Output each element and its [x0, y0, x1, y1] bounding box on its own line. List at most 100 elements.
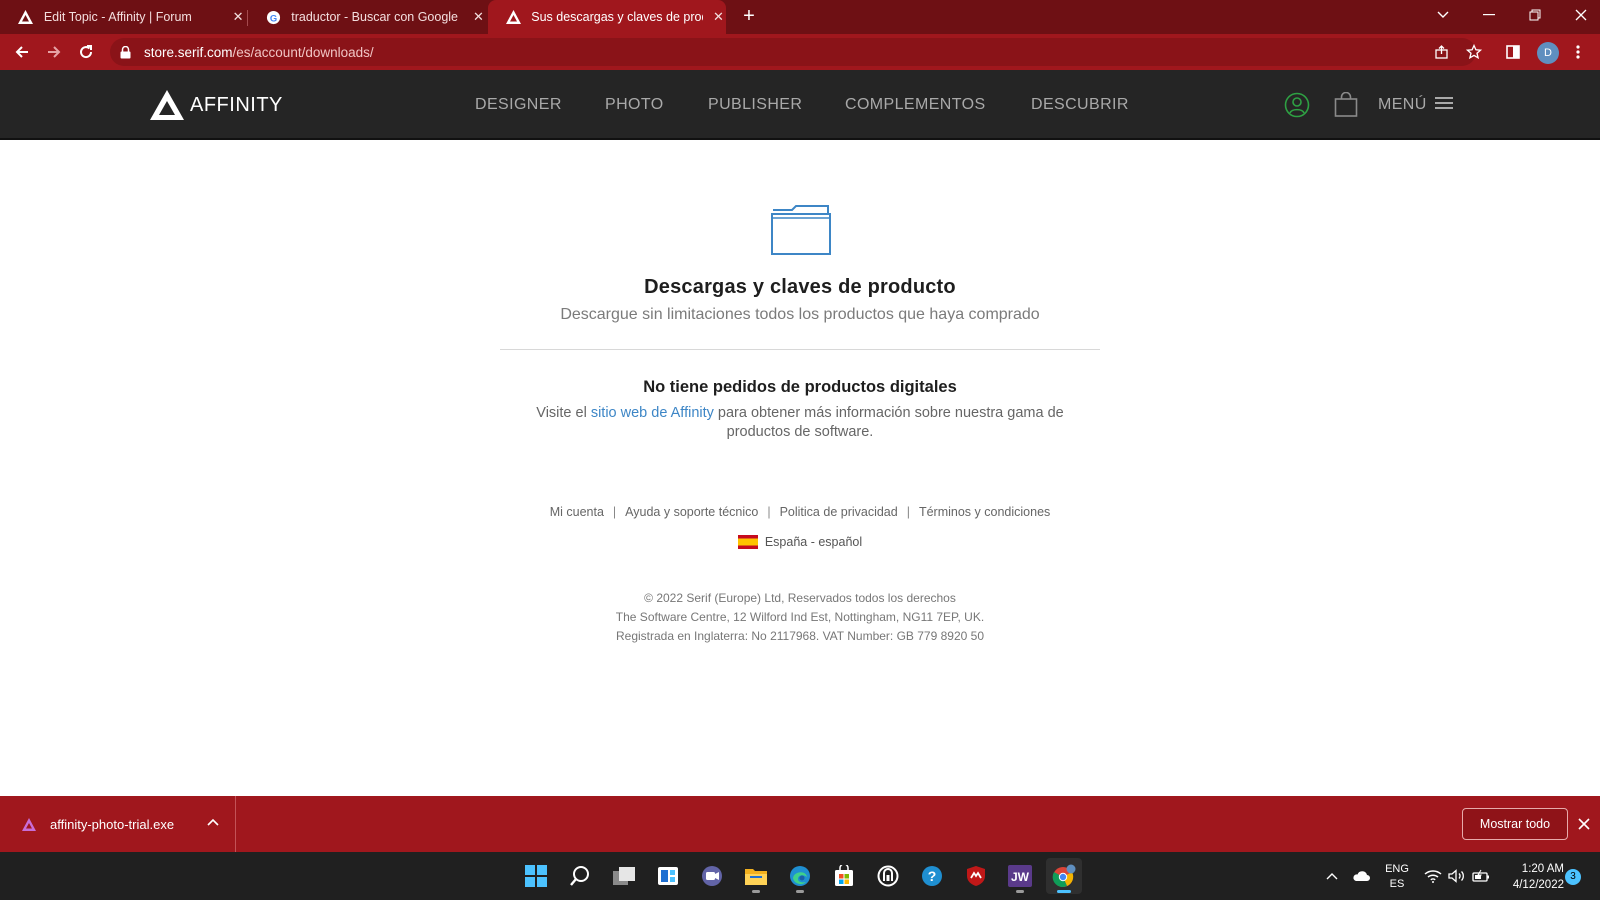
- logo-text: AFFINITY: [190, 93, 283, 116]
- footer-links: Mi cuenta | Ayuda y soporte técnico | Politi…: [0, 505, 1600, 519]
- shopping-bag-icon[interactable]: [1333, 92, 1359, 118]
- edge-browser-icon[interactable]: [782, 858, 818, 894]
- battery-plug-icon[interactable]: [1472, 852, 1490, 900]
- account-user-icon[interactable]: [1284, 92, 1310, 118]
- nav-descubrir[interactable]: DESCUBRIR: [1031, 96, 1129, 114]
- footer-link-terminos[interactable]: Términos y condiciones: [919, 505, 1050, 519]
- task-view-icon[interactable]: [606, 858, 642, 894]
- nav-photo[interactable]: PHOTO: [605, 96, 664, 114]
- svg-text:?: ?: [928, 868, 937, 884]
- address-bar[interactable]: store.serif.com/es/account/downloads/: [110, 38, 1476, 66]
- menu-button[interactable]: MENÚ: [1378, 92, 1453, 118]
- sync-app-icon[interactable]: [870, 858, 906, 894]
- teams-chat-icon[interactable]: [694, 858, 730, 894]
- page-title: Descargas y claves de producto: [644, 276, 956, 298]
- search-icon[interactable]: [562, 858, 598, 894]
- back-arrow-icon[interactable]: [10, 40, 34, 64]
- jw-library-icon[interactable]: JW: [1002, 858, 1038, 894]
- tray-chevron-up-icon[interactable]: [1326, 852, 1338, 900]
- affinity-photo-file-icon: [22, 817, 38, 831]
- show-all-button[interactable]: Mostrar todo: [1462, 808, 1568, 840]
- download-item[interactable]: affinity-photo-trial.exe: [0, 796, 236, 852]
- footer-link-mi-cuenta[interactable]: Mi cuenta: [550, 505, 604, 519]
- browser-toolbar: store.serif.com/es/account/downloads/: [0, 34, 1600, 70]
- onedrive-cloud-icon[interactable]: [1352, 852, 1370, 900]
- tab-strip: Edit Topic - Affinity | Forum ✕ G traduc…: [0, 0, 1600, 34]
- hamburger-icon: [1434, 96, 1453, 115]
- running-indicator: [796, 890, 804, 893]
- download-shelf: affinity-photo-trial.exe Mostrar todo: [0, 796, 1600, 852]
- clock-time: 1:20 AM: [1521, 863, 1564, 875]
- footer-separator: |: [612, 505, 617, 519]
- footer-link-privacidad[interactable]: Politica de privacidad: [780, 505, 898, 519]
- volume-speaker-icon[interactable]: [1448, 852, 1466, 900]
- new-tab-plus-icon[interactable]: +: [737, 5, 761, 29]
- profile-avatar[interactable]: D: [1537, 42, 1559, 64]
- reload-icon[interactable]: [74, 40, 98, 64]
- empty-state-text: Visite el sitio web de Affinity para obt…: [536, 405, 1064, 440]
- legal-line: Registrada en Inglaterra: No 2117968. VA…: [615, 629, 984, 643]
- tab-affinity-forum[interactable]: Edit Topic - Affinity | Forum ✕: [0, 0, 246, 34]
- keyboard-layout-code: ES: [1389, 878, 1405, 890]
- nav-designer[interactable]: DESIGNER: [475, 96, 562, 114]
- chevron-up-icon[interactable]: [206, 816, 220, 830]
- language-code: ENG: [1385, 863, 1409, 875]
- tab-close-icon[interactable]: ✕: [711, 9, 726, 25]
- notification-count-badge[interactable]: 3: [1565, 869, 1581, 885]
- tab-title: Edit Topic - Affinity | Forum: [43, 10, 192, 24]
- bookmark-star-icon[interactable]: [1464, 42, 1484, 62]
- locale-label: España - español: [764, 535, 863, 549]
- footer-separator: |: [767, 505, 771, 519]
- affinity-logo[interactable]: AFFINITY: [150, 88, 283, 122]
- svg-text:JW: JW: [1011, 870, 1030, 884]
- file-explorer-icon[interactable]: [738, 858, 774, 894]
- widgets-icon[interactable]: [650, 858, 686, 894]
- download-filename: affinity-photo-trial.exe: [50, 816, 175, 832]
- footer-separator: |: [906, 505, 910, 519]
- running-indicator: [1016, 890, 1024, 893]
- affinity-logo-icon: [150, 90, 184, 120]
- tab-close-icon[interactable]: ✕: [230, 9, 246, 25]
- legal-line: The Software Centre, 12 Wilford Ind Est,…: [615, 610, 985, 624]
- wifi-icon[interactable]: [1424, 852, 1442, 900]
- url-text: store.serif.com/es/account/downloads/: [144, 44, 374, 60]
- tab-close-icon[interactable]: ✕: [471, 9, 486, 25]
- share-icon[interactable]: [1432, 42, 1452, 62]
- forward-arrow-icon[interactable]: [42, 40, 66, 64]
- tab-search-chevron-icon[interactable]: [1420, 0, 1466, 30]
- menu-label: MENÚ: [1378, 96, 1427, 113]
- microsoft-store-icon[interactable]: [826, 858, 862, 894]
- side-panel-icon[interactable]: [1503, 42, 1523, 62]
- footer-link-ayuda[interactable]: Ayuda y soporte técnico: [625, 505, 758, 519]
- window-close-icon[interactable]: [1558, 0, 1600, 30]
- kebab-menu-icon[interactable]: [1568, 42, 1588, 62]
- running-indicator: [1057, 890, 1071, 893]
- system-clock[interactable]: 1:20 AM 4/12/2022: [1500, 861, 1564, 893]
- downloads-page: Descargas y claves de producto Descargue…: [0, 140, 1600, 796]
- mcafee-shield-icon[interactable]: [958, 858, 994, 894]
- svg-text:G: G: [270, 13, 277, 23]
- legal-text: © 2022 Serif (Europe) Ltd, Reservados to…: [0, 589, 1600, 646]
- tab-title: traductor - Buscar con Google: [291, 10, 458, 24]
- start-windows-icon[interactable]: [518, 858, 554, 894]
- help-question-icon[interactable]: ?: [914, 858, 950, 894]
- affinity-website-link[interactable]: sitio web de Affinity: [591, 405, 714, 421]
- legal-line: © 2022 Serif (Europe) Ltd, Reservados to…: [644, 591, 956, 605]
- tab-google-search[interactable]: G traductor - Buscar con Google ✕: [248, 0, 486, 34]
- tab-downloads-active[interactable]: Sus descargas y claves de producto ✕: [488, 0, 726, 34]
- divider: [500, 349, 1100, 350]
- restore-icon[interactable]: [1512, 0, 1558, 30]
- minimize-icon[interactable]: [1466, 0, 1512, 30]
- empty-state-title: No tiene pedidos de productos digitales: [643, 378, 957, 396]
- affinity-logo-icon: [18, 9, 34, 25]
- close-download-bar-icon[interactable]: [1574, 814, 1594, 834]
- nav-publisher[interactable]: PUBLISHER: [708, 96, 802, 114]
- spain-flag-icon: [737, 535, 758, 549]
- lock-icon: [120, 45, 134, 59]
- chrome-browser-icon[interactable]: [1046, 858, 1082, 894]
- locale-selector[interactable]: España - español: [0, 535, 1600, 549]
- windows-taskbar: ? JW ENG ES 1:20 AM 4/12/2022 3: [0, 852, 1600, 900]
- nav-complementos[interactable]: COMPLEMENTOS: [845, 96, 986, 114]
- input-language-indicator[interactable]: ENG ES: [1382, 862, 1412, 892]
- affinity-logo-icon: [506, 9, 522, 25]
